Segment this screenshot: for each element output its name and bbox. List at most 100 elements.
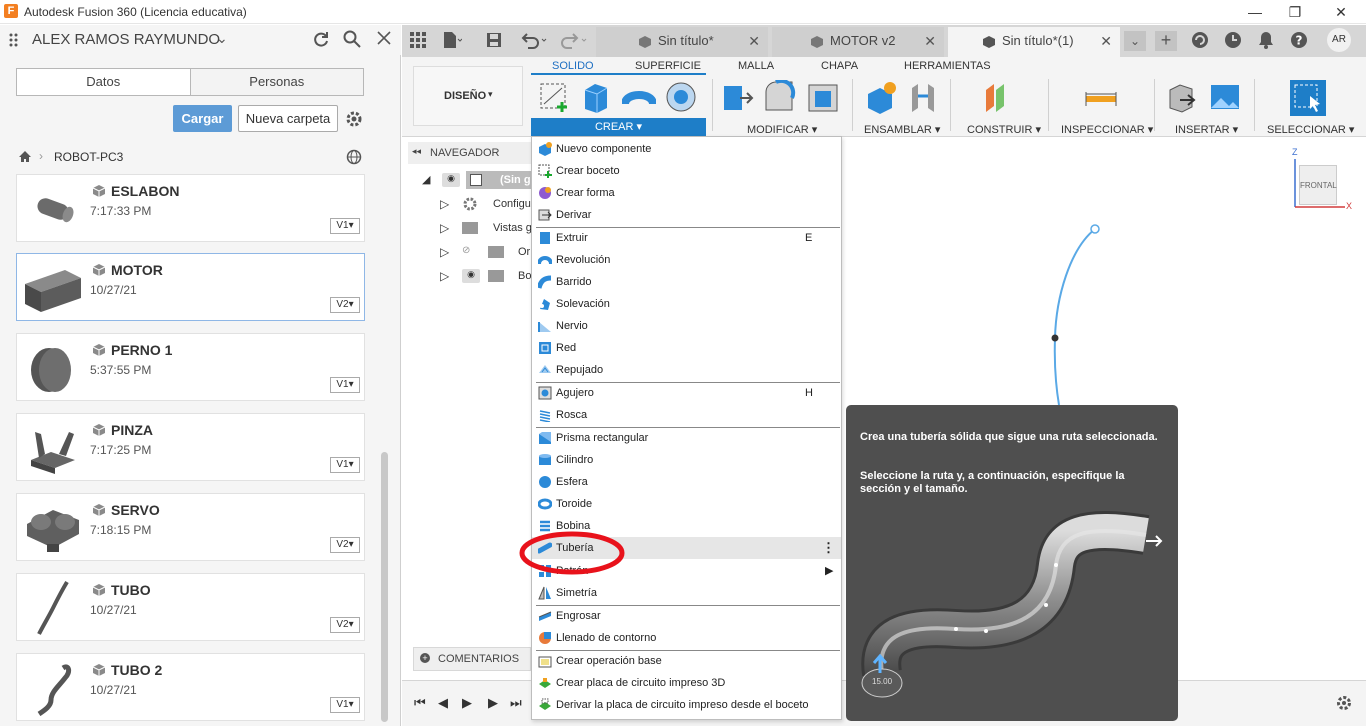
menu-item-cylinder[interactable]: Cilindro (532, 449, 841, 471)
file-card[interactable]: MOTOR 10/27/21 V2▾ (16, 253, 365, 321)
file-card[interactable]: PERNO 1 5:37:55 PM V1▾ (16, 333, 365, 401)
revolve-tool-icon[interactable] (621, 80, 657, 114)
more-options-icon[interactable]: ⋮ (822, 537, 835, 559)
expand-icon[interactable]: ◢ (422, 173, 430, 186)
menu-item-pcb-3d[interactable]: Crear placa de circuito impreso 3D (532, 672, 841, 694)
close-panel-icon[interactable] (376, 30, 392, 46)
viewcube[interactable]: FRONTAL (1294, 159, 1345, 208)
hidden-eye-icon[interactable]: ⊘ (462, 245, 470, 256)
tab-motor[interactable]: MOTOR v2 ✕ (772, 27, 944, 57)
menu-item-pcb-from-sketch[interactable]: Derivar la placa de circuito impreso des… (532, 694, 841, 716)
browser-navigator[interactable]: ◂◂ NAVEGADOR (408, 142, 533, 164)
press-pull-tool-icon[interactable] (720, 80, 754, 114)
menu-item-sphere[interactable]: Esfera (532, 471, 841, 493)
menu-item-base-feature[interactable]: Crear operación base (532, 650, 841, 672)
file-card[interactable]: TUBO 2 10/27/21 V1▾ (16, 653, 365, 721)
version-dropdown[interactable]: V2▾ (330, 617, 360, 633)
tree-root[interactable]: ◢ ◉ (Sin g (420, 171, 532, 191)
grid-dots-icon[interactable] (8, 31, 24, 47)
select-tool-icon[interactable] (1290, 80, 1326, 116)
insert-image-tool-icon[interactable] (1208, 80, 1242, 114)
version-dropdown[interactable]: V1▾ (330, 218, 360, 234)
group-modificar[interactable]: MODIFICAR ▾ (747, 123, 817, 136)
joint-tool-icon[interactable] (906, 80, 940, 114)
close-tab-icon[interactable]: ✕ (748, 27, 760, 55)
shell-tool-icon[interactable] (806, 80, 840, 114)
menu-item-loft[interactable]: Solevación (532, 293, 841, 315)
restore-button[interactable]: ❐ (1284, 2, 1306, 22)
group-construir[interactable]: CONSTRUIR ▾ (967, 123, 1041, 136)
menu-item-hole[interactable]: Agujero H (532, 382, 841, 404)
menu-item-mirror[interactable]: Simetría (532, 582, 841, 604)
tab-overflow-chevron-icon[interactable]: ⌄ (1124, 31, 1146, 51)
menu-item-rib[interactable]: Nervio (532, 315, 841, 337)
tab-sin-titulo[interactable]: Sin título* ✕ (596, 27, 768, 57)
home-icon[interactable] (18, 150, 32, 163)
menu-item-torus[interactable]: Toroide (532, 493, 841, 515)
user-name[interactable]: ALEX RAMOS RAYMUNDO (32, 31, 220, 48)
menu-item-thread[interactable]: Rosca (532, 404, 841, 426)
file-card[interactable]: ESLABON 7:17:33 PM V1▾ (16, 174, 365, 242)
user-avatar[interactable]: AR (1327, 28, 1351, 52)
chevron-down-icon[interactable]: ⌄ (216, 30, 228, 47)
tab-sin-titulo-1[interactable]: Sin título*(1) ✕ (948, 27, 1120, 57)
visibility-eye-icon[interactable]: ◉ (462, 269, 480, 283)
file-card[interactable]: SERVO 7:18:15 PM V2▾ (16, 493, 365, 561)
menu-item-sweep[interactable]: Barrido (532, 271, 841, 293)
app-grid-icon[interactable] (410, 32, 426, 48)
create-sketch-tool-icon[interactable] (538, 80, 572, 114)
menu-item-extrude[interactable]: Extruir E (532, 227, 841, 249)
workspace-switcher[interactable]: DISEÑO ▾ (413, 66, 523, 126)
menu-item-revolve[interactable]: Revolución (532, 249, 841, 271)
file-card[interactable]: TUBO 10/27/21 V2▾ (16, 573, 365, 641)
group-inspeccionar[interactable]: INSPECCIONAR ▾ (1061, 123, 1153, 136)
menu-item-boundary-fill[interactable]: Llenado de contorno (532, 627, 841, 649)
menu-item-web[interactable]: Red (532, 337, 841, 359)
save-icon[interactable] (486, 32, 502, 48)
tree-item[interactable]: ▷ Vistas g (440, 219, 532, 239)
menu-item-box[interactable]: Prisma rectangular (532, 427, 841, 449)
measure-tool-icon[interactable] (1084, 80, 1118, 114)
expand-icon[interactable]: ▷ (440, 245, 449, 259)
play-icon[interactable]: ▶ (462, 695, 472, 711)
extensions-icon[interactable] (1191, 31, 1209, 49)
menu-item-derive[interactable]: Derivar (532, 204, 841, 226)
insert-derive-tool-icon[interactable] (1166, 80, 1200, 114)
tab-herramientas[interactable]: HERRAMIENTAS (904, 60, 991, 72)
comments-panel[interactable]: + COMENTARIOS (413, 647, 531, 671)
tab-personas[interactable]: Personas (189, 69, 363, 95)
add-comment-icon[interactable]: + (420, 653, 430, 663)
go-to-start-icon[interactable]: ⏮ (414, 695, 426, 711)
notifications-bell-icon[interactable] (1258, 31, 1274, 49)
tab-datos[interactable]: Datos (17, 69, 190, 95)
search-icon[interactable] (343, 30, 361, 48)
menu-item-new-component[interactable]: Nuevo componente (532, 138, 841, 160)
job-status-icon[interactable] (1224, 31, 1242, 49)
tree-item[interactable]: ▷ Configu (440, 195, 532, 215)
collapse-navigator-icon[interactable]: ◂◂ (412, 146, 421, 157)
root-component[interactable]: (Sin g (466, 171, 532, 189)
new-folder-button[interactable]: Nueva carpeta (238, 105, 338, 132)
step-back-icon[interactable]: ◀ (438, 695, 448, 711)
expand-icon[interactable]: ▷ (440, 221, 449, 235)
help-icon[interactable]: ? (1290, 31, 1308, 49)
tab-malla[interactable]: MALLA (738, 60, 774, 72)
group-seleccionar[interactable]: SELECCIONAR ▾ (1267, 123, 1354, 136)
version-dropdown[interactable]: V1▾ (330, 697, 360, 713)
new-component-tool-icon[interactable] (864, 80, 898, 114)
version-dropdown[interactable]: V2▾ (330, 537, 360, 553)
close-tab-icon[interactable]: ✕ (924, 27, 936, 55)
close-window-button[interactable]: ✕ (1330, 2, 1352, 22)
group-insertar[interactable]: INSERTAR ▾ (1175, 123, 1238, 136)
breadcrumb-project[interactable]: ROBOT-PC3 (54, 150, 123, 164)
visibility-eye-icon[interactable]: ◉ (442, 173, 460, 187)
expand-icon[interactable]: ▷ (440, 269, 449, 283)
extrude-tool-icon[interactable] (580, 80, 614, 114)
file-card[interactable]: PINZA 7:17:25 PM V1▾ (16, 413, 365, 481)
data-panel-scrollbar[interactable] (381, 452, 388, 722)
step-forward-icon[interactable]: ▶ (488, 695, 498, 711)
offset-plane-tool-icon[interactable] (982, 80, 1016, 114)
group-crear[interactable]: CREAR ▾ (531, 118, 706, 136)
version-dropdown[interactable]: V1▾ (330, 377, 360, 393)
fillet-tool-icon[interactable] (762, 78, 796, 114)
